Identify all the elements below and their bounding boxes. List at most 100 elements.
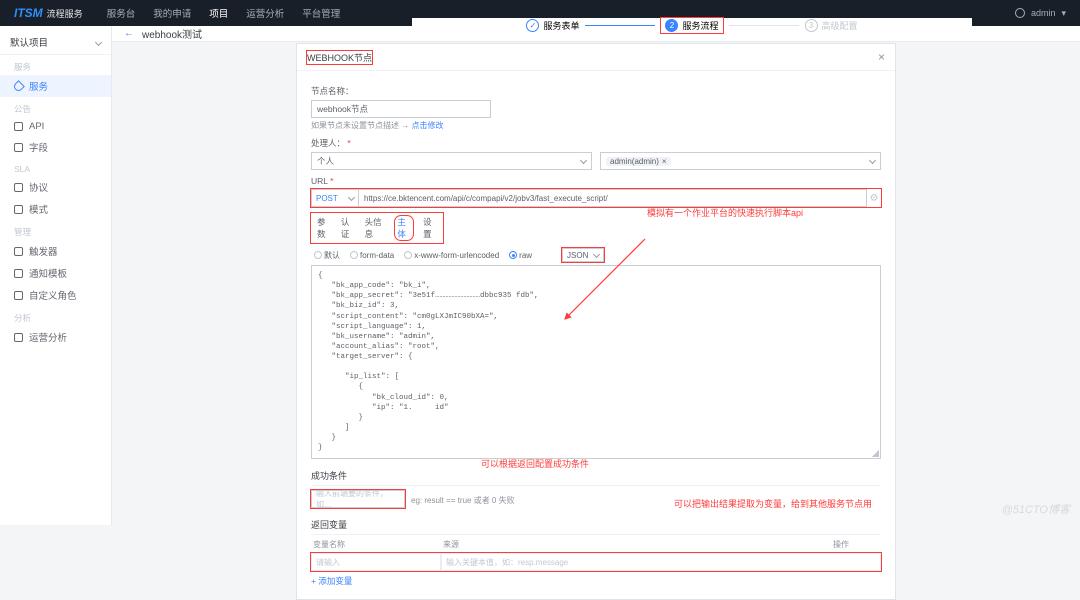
annotation-api: 模拟有一个作业平台的快速执行脚本api [647, 206, 803, 219]
user-tag: admin(admin) [610, 157, 659, 166]
page-title: webhook测试 [142, 26, 202, 41]
chevron-down-icon [869, 156, 876, 163]
radio-icon [350, 251, 358, 259]
brand-subtitle: 流程服务 [47, 7, 83, 20]
sidebar-group-analysis: 分析 [0, 310, 111, 326]
tab-headers[interactable]: 头信息 [365, 216, 386, 240]
gear-icon[interactable] [1015, 8, 1025, 18]
var-row: 请输入 输入关键本值，如：resp.message [311, 553, 881, 571]
square-icon [14, 333, 23, 342]
sidebar-group-service: 服务 [0, 59, 111, 75]
body-type-radios: 默认 form-data x-www-form-urlencoded raw J… [311, 248, 881, 262]
select-value: 个人 [317, 155, 334, 167]
tab-params[interactable]: 参数 [317, 216, 331, 240]
sidebar-item-service[interactable]: 服务 [0, 75, 111, 97]
steps-bar: ✓ 服务表单 2服务流程 3高级配置 [412, 18, 972, 33]
tab-auth[interactable]: 认证 [341, 216, 355, 240]
sidebar-item-custom-role[interactable]: 自定义角色 [0, 284, 111, 306]
step-2[interactable]: 2服务流程 [661, 18, 722, 33]
th-name: 变量名称 [313, 539, 443, 550]
step-check-icon: ✓ [526, 19, 539, 32]
brand-logo: ITSM [14, 6, 43, 20]
node-name-hint: 如果节点未设置节点描述 → 点击修改 [311, 120, 881, 131]
step-line [729, 25, 799, 26]
square-icon [14, 122, 23, 131]
square-icon [14, 247, 23, 256]
back-arrow-icon[interactable]: ← [124, 28, 134, 39]
method-select[interactable]: POST [311, 189, 359, 207]
url-settings-icon[interactable]: ⚙ [867, 193, 881, 204]
node-name-label: 节点名称： [311, 85, 881, 97]
step-num: 2 [665, 19, 678, 32]
nav-service-desk[interactable]: 服务台 [107, 6, 136, 20]
request-tabs: 参数 认证 头信息 主体 设置 [311, 213, 443, 243]
square-icon [14, 143, 23, 152]
square-icon [14, 183, 23, 192]
step-3[interactable]: 3高级配置 [805, 19, 858, 32]
sidebar-label: 模式 [29, 202, 48, 216]
handler-user-select[interactable]: admin(admin)× [600, 152, 881, 170]
modal-title: WEBHOOK节点 [307, 51, 372, 64]
sidebar-label: 触发器 [29, 244, 58, 258]
step-line [585, 25, 655, 26]
sidebar-label: 自定义角色 [29, 288, 77, 302]
edit-desc-link[interactable]: 点击修改 [411, 121, 443, 130]
raw-body-textarea[interactable]: { "bk_app_code": "bk_i", "bk_app_secret"… [311, 265, 881, 459]
add-var-button[interactable]: + 添加变量 [311, 575, 881, 587]
sidebar-item-proto[interactable]: 协议 [0, 176, 111, 198]
sidebar-item-notify-tpl[interactable]: 通知模板 [0, 262, 111, 284]
url-label: URL [311, 176, 881, 186]
square-icon [14, 291, 23, 300]
tab-settings[interactable]: 设置 [423, 216, 437, 240]
current-user[interactable]: admin [1031, 8, 1056, 18]
step-1[interactable]: ✓ 服务表单 [526, 19, 579, 32]
return-var-title: 返回变量 [311, 518, 881, 535]
body-type-urlencoded[interactable]: x-www-form-urlencoded [404, 251, 499, 260]
success-condition-input[interactable]: 输入前端要的条件，如… [311, 490, 405, 508]
project-name: 默认项目 [10, 35, 48, 49]
var-name-input[interactable]: 请输入 [311, 553, 441, 571]
chevron-down-icon[interactable]: ▾ [1061, 8, 1066, 19]
watermark: @51CTO博客 [1002, 501, 1070, 517]
sidebar-group-sla: SLA [0, 162, 111, 176]
radio-icon [404, 251, 412, 259]
project-selector[interactable]: 默认项目 [0, 30, 111, 55]
close-icon[interactable]: × [878, 50, 885, 64]
sidebar-item-trigger[interactable]: 触发器 [0, 240, 111, 262]
sidebar-item-analysis[interactable]: 运营分析 [0, 326, 111, 348]
body-type-default[interactable]: 默认 [314, 250, 340, 261]
square-icon [14, 269, 23, 278]
sidebar-item-field[interactable]: 字段 [0, 136, 111, 158]
sidebar-item-api[interactable]: API [0, 117, 111, 136]
sidebar-label: 通知模板 [29, 266, 67, 280]
raw-format-select[interactable]: JSON [562, 248, 604, 262]
success-condition-hint: eg: result == true 或者 0 失败 [411, 495, 515, 506]
heart-icon [12, 80, 25, 93]
sidebar-label: API [29, 121, 44, 132]
var-source-input[interactable]: 输入关键本值，如：resp.message [441, 553, 881, 571]
annotation-variable: 可以把输出结果提取为变量，给到其他服务节点用 [674, 497, 872, 510]
nav-my-apply[interactable]: 我的申请 [153, 6, 191, 20]
url-input[interactable]: https://ce.bktencent.com/api/c/compapi/v… [359, 189, 867, 207]
tab-body[interactable]: 主体 [395, 216, 413, 240]
nav-project[interactable]: 项目 [209, 6, 228, 20]
sidebar-group-manage: 管理 [0, 224, 111, 240]
nav-operation[interactable]: 运营分析 [246, 6, 284, 20]
method-value: POST [316, 194, 338, 203]
tag-close-icon[interactable]: × [662, 157, 667, 166]
sidebar-label: 字段 [29, 140, 48, 154]
body-type-raw[interactable]: raw [509, 251, 532, 260]
node-name-input[interactable]: webhook节点 [311, 100, 491, 118]
step-label: 服务表单 [543, 19, 579, 32]
nav-platform[interactable]: 平台管理 [302, 6, 340, 20]
th-source: 来源 [443, 539, 833, 550]
body-type-formdata[interactable]: form-data [350, 251, 394, 260]
chevron-down-icon [580, 156, 587, 163]
handler-type-select[interactable]: 个人 [311, 152, 592, 170]
chevron-down-icon [348, 193, 355, 200]
resize-handle-icon[interactable] [872, 450, 879, 457]
sidebar-group-announce: 公告 [0, 101, 111, 117]
success-condition-title: 成功条件 [311, 469, 881, 486]
sidebar-item-mode[interactable]: 模式 [0, 198, 111, 220]
sidebar-label: 服务 [29, 79, 48, 93]
